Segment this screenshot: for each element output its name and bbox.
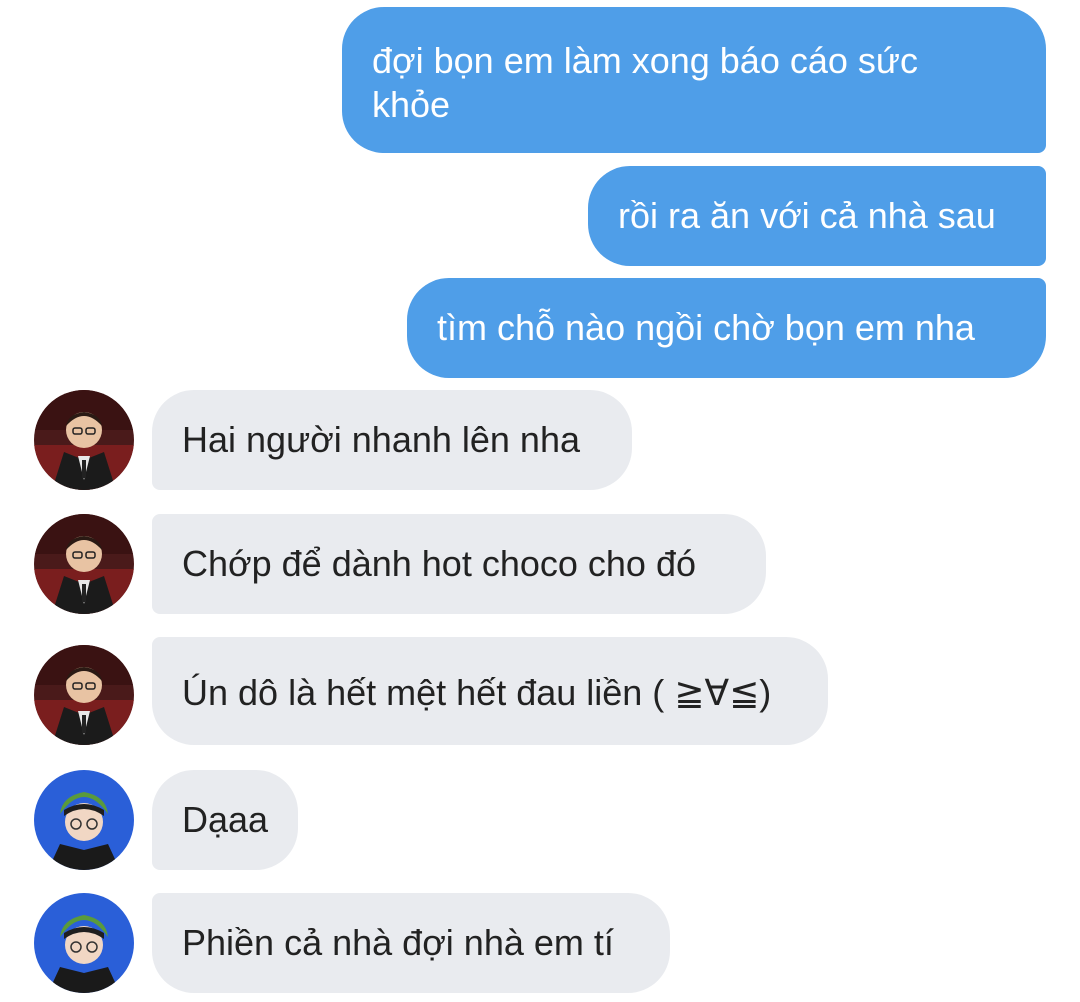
sender-avatar-icon[interactable] <box>34 893 134 993</box>
sender-avatar-icon[interactable] <box>34 770 134 870</box>
message-text: Chớp để dành hot choco cho đó <box>182 543 696 584</box>
sender-avatar-icon[interactable] <box>34 390 134 490</box>
message-text: rồi ra ăn với cả nhà sau <box>618 195 996 236</box>
message-text: Ún dô là hết mệt hết đau liền ( ≧∀≦) <box>182 672 772 713</box>
incoming-message[interactable]: Hai người nhanh lên nha <box>152 390 632 490</box>
message-text: Hai người nhanh lên nha <box>182 419 580 460</box>
message-text: tìm chỗ nào ngồi chờ bọn em nha <box>437 307 975 348</box>
message-text-line: khỏe <box>372 84 451 125</box>
message-text: Dạaa <box>182 799 269 840</box>
sender-avatar-icon[interactable] <box>34 514 134 614</box>
outgoing-message[interactable]: tìm chỗ nào ngồi chờ bọn em nha <box>407 278 1046 378</box>
chat-thread: đợi bọn em làm xong báo cáo sức khỏe rồi… <box>0 0 1080 1002</box>
outgoing-message[interactable]: đợi bọn em làm xong báo cáo sức khỏe <box>342 7 1046 153</box>
incoming-message[interactable]: Phiền cả nhà đợi nhà em tí <box>152 893 670 993</box>
message-text: Phiền cả nhà đợi nhà em tí <box>182 922 614 963</box>
outgoing-message[interactable]: rồi ra ăn với cả nhà sau <box>588 166 1046 266</box>
message-text-line: đợi bọn em làm xong báo cáo sức <box>372 40 918 81</box>
incoming-message[interactable]: Ún dô là hết mệt hết đau liền ( ≧∀≦) <box>152 637 828 745</box>
incoming-message[interactable]: Dạaa <box>152 770 298 870</box>
incoming-message[interactable]: Chớp để dành hot choco cho đó <box>152 514 766 614</box>
sender-avatar-icon[interactable] <box>34 645 134 745</box>
